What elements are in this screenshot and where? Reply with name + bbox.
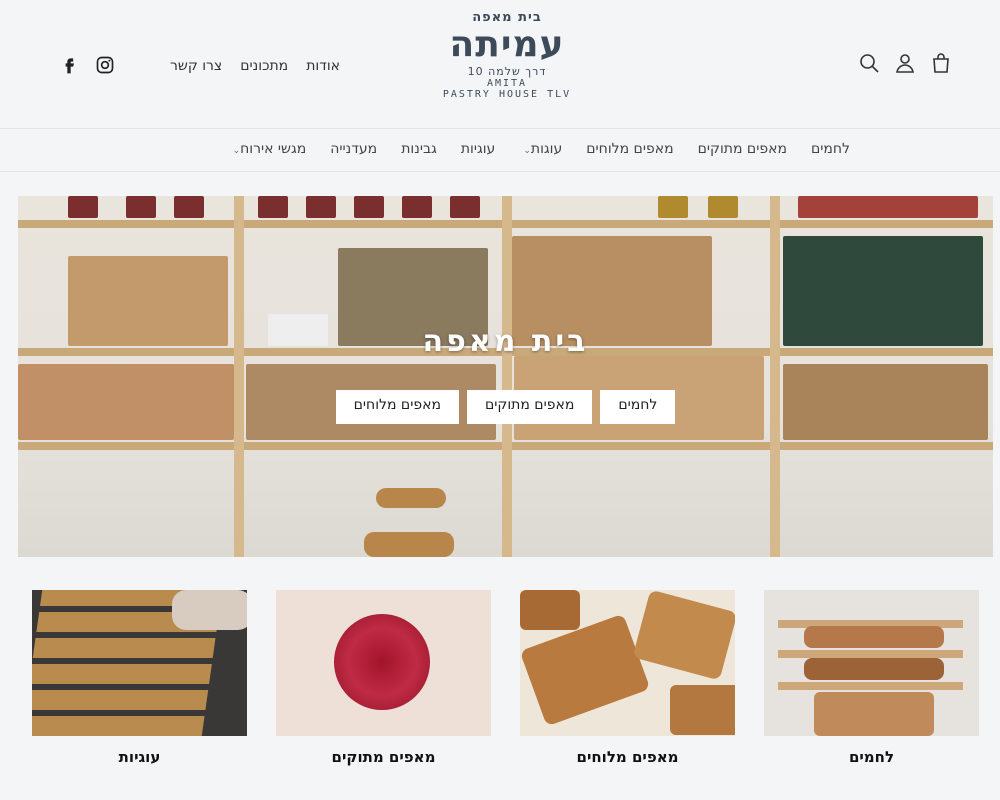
shelf-post [770, 196, 780, 557]
category-image [276, 590, 491, 736]
hero-title: בית מאפה [422, 324, 589, 359]
instagram-icon [96, 56, 114, 74]
category-image [32, 590, 247, 736]
header-actions [856, 50, 954, 76]
header-links: אודות מתכונים צרו קשר [170, 58, 340, 74]
category-image [764, 590, 979, 736]
nav-label: עוגיות [460, 141, 496, 157]
facebook-icon [65, 58, 74, 74]
search-button[interactable] [856, 50, 882, 76]
nav-label: גבינות [401, 141, 437, 157]
link-about[interactable]: אודות [306, 58, 340, 74]
link-contact[interactable]: צרו קשר [170, 58, 222, 74]
nav-label: לחמים [810, 141, 850, 157]
category-card-savory-pastries[interactable]: מאפים מלוחים [520, 590, 735, 766]
hero-button-breads[interactable]: לחמים [600, 390, 676, 424]
site-header: בית מאפה עמיתה דרך שלמה 10 AMITA PASTRY … [0, 0, 1000, 128]
category-label: עוגיות [118, 748, 161, 766]
facebook-link[interactable] [58, 54, 80, 76]
nav-label: מעדנייה [330, 141, 378, 157]
chevron-down-icon: ⌄ [232, 146, 241, 156]
category-label: לחמים [848, 748, 895, 766]
nav-item-cakes[interactable]: עוגות⌄ [519, 141, 562, 157]
logo-latin-name: AMITA [486, 78, 528, 89]
logo-address: דרך שלמה 10 [467, 65, 547, 78]
logo-latin-sub: PASTRY HOUSE TLV [442, 89, 572, 100]
account-button[interactable] [892, 50, 918, 76]
main-nav: לחמים מאפים מתוקים מאפים מלוחים עוגות⌄ ע… [0, 128, 1000, 172]
hero-button-savory-pastries[interactable]: מאפים מלוחים [335, 390, 459, 424]
nav-label: מגשי אירוח [240, 141, 307, 157]
category-image [520, 590, 735, 736]
social-links [58, 54, 116, 76]
hero-button-sweet-pastries[interactable]: מאפים מתוקים [466, 390, 593, 424]
nav-label: מאפים מתוקים [697, 141, 787, 157]
category-label: מאפים מלוחים [576, 748, 679, 766]
bag-icon [933, 53, 949, 73]
site-logo[interactable]: בית מאפה עמיתה דרך שלמה 10 AMITA PASTRY … [442, 10, 572, 110]
cart-button[interactable] [928, 50, 954, 76]
search-icon [860, 54, 879, 73]
instagram-link[interactable] [94, 54, 116, 76]
hero-banner: בית מאפה לחמים מאפים מתוקים מאפים מלוחים [18, 196, 993, 557]
shelf-post [502, 196, 512, 557]
nav-label: מאפים מלוחים [586, 141, 674, 157]
category-card-sweet-pastries[interactable]: מאפים מתוקים [276, 590, 491, 766]
shelf-post [234, 196, 244, 557]
account-icon [896, 54, 914, 73]
nav-item-platters[interactable]: מגשי אירוח⌄ [229, 141, 307, 157]
logo-top-text: בית מאפה [472, 10, 542, 25]
category-grid: לחמים מאפים מלוחים מאפים מתוקים עוגיות [0, 590, 1000, 790]
nav-item-cookies[interactable]: עוגיות [461, 141, 496, 157]
nav-item-sweet-pastries[interactable]: מאפים מתוקים [698, 141, 787, 157]
category-card-breads[interactable]: לחמים [764, 590, 979, 766]
chevron-down-icon: ⌄ [523, 146, 531, 156]
nav-item-savory-pastries[interactable]: מאפים מלוחים [586, 141, 673, 157]
link-recipes[interactable]: מתכונים [240, 58, 288, 74]
nav-label: עוגות [530, 141, 563, 157]
nav-item-cheeses[interactable]: גבינות [401, 141, 437, 157]
nav-item-deli[interactable]: מעדנייה [330, 141, 377, 157]
nav-item-breads[interactable]: לחמים [811, 141, 850, 157]
hero-buttons: לחמים מאפים מתוקים מאפים מלוחים [18, 390, 993, 424]
logo-name: עמיתה [449, 24, 565, 65]
category-card-cookies[interactable]: עוגיות [32, 590, 247, 766]
category-label: מאפים מתוקים [331, 748, 436, 766]
